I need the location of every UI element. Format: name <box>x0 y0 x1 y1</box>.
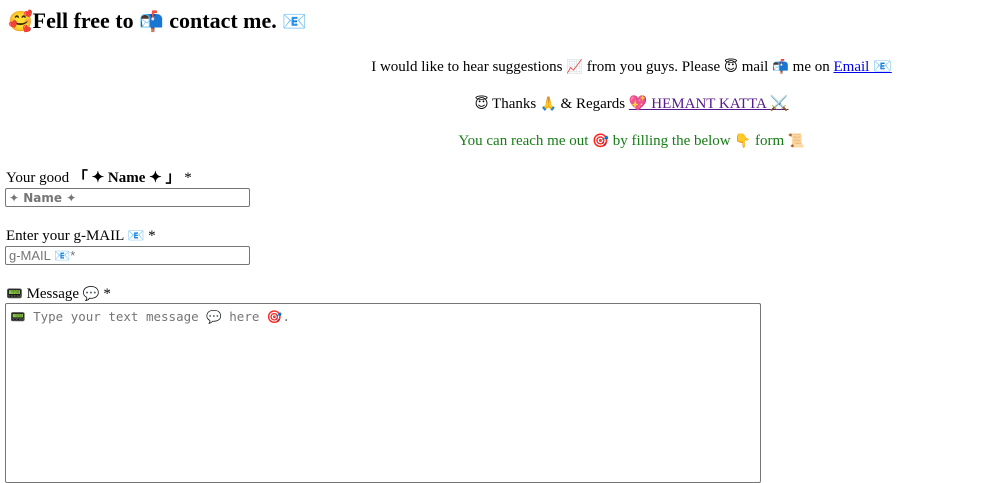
author-link[interactable]: 💖 HEMANT KATTA ⚔️ <box>629 96 789 112</box>
thanks-text-1: Thanks <box>488 96 540 112</box>
scroll-icon: 📜 <box>787 133 805 149</box>
message-label: 📟 Message 💬 * <box>6 284 111 304</box>
intro-line: I would like to hear suggestions 📈 from … <box>170 57 1001 77</box>
speech-bubble-icon: 💬 <box>82 286 100 302</box>
title-text-part2: contact me. <box>163 8 283 33</box>
name-label-strong: 「 ✦ Name ✦ 」 <box>72 170 181 186</box>
intro-text-4: me on <box>788 59 834 75</box>
thanks-line: 😇 Thanks 🙏 & Regards 💖 HEMANT KATTA ⚔️ <box>170 94 1001 114</box>
envelope-icon: 📧 <box>282 10 307 33</box>
name-input[interactable] <box>5 188 250 207</box>
email-input[interactable] <box>5 246 250 265</box>
name-label: Your good 「 ✦ Name ✦ 」 * <box>6 168 192 188</box>
reach-line: You can reach me out 🎯 by filling the be… <box>170 131 1001 151</box>
message-required-mark: * <box>99 286 111 302</box>
chart-icon: 📈 <box>566 59 584 75</box>
angel-icon: 😇 <box>723 59 738 75</box>
mailbox-icon: 📬 <box>139 10 164 33</box>
smiling-hearts-icon: 🥰 <box>8 10 33 33</box>
mailbox-icon: 📬 <box>772 59 789 75</box>
reach-text-3: form <box>751 133 788 149</box>
email-link[interactable]: Email 📧 <box>834 59 892 75</box>
angel-icon: 😇 <box>474 96 489 112</box>
title-text-part1: Fell free to <box>32 8 140 33</box>
name-label-prefix: Your good <box>6 170 73 186</box>
thanks-text-2: & Regards <box>556 96 629 112</box>
intro-text-2: from you guys. Please <box>583 59 724 75</box>
reach-text-1: You can reach me out <box>458 133 593 149</box>
email-label-text: Enter your g-MAIL <box>6 228 128 244</box>
target-icon: 🎯 <box>592 133 609 149</box>
page-title: 🥰Fell free to 📬 contact me. 📧 <box>8 6 307 37</box>
reach-text-2: by filling the below <box>608 133 735 149</box>
envelope-icon: 📧 <box>127 228 145 244</box>
message-label-text: Message <box>22 286 83 302</box>
name-required-mark: * <box>180 170 192 186</box>
intro-text-1: I would like to hear suggestions <box>371 59 567 75</box>
email-required-mark: * <box>144 228 156 244</box>
pager-icon: 📟 <box>6 286 23 302</box>
pray-icon: 🙏 <box>539 96 557 112</box>
email-label: Enter your g-MAIL 📧 * <box>6 226 156 246</box>
intro-text-3: mail <box>737 59 773 75</box>
message-textarea[interactable] <box>5 303 761 483</box>
pointing-down-icon: 👇 <box>734 133 752 149</box>
